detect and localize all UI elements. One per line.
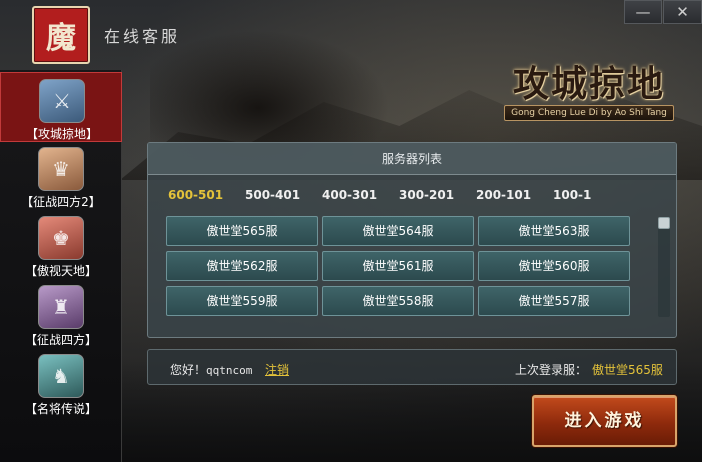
sidebar-item-zhengzhansifang[interactable]: ♜ 【征战四方】 bbox=[0, 279, 122, 349]
server-button-562[interactable]: 傲世堂562服 bbox=[166, 251, 318, 281]
game-portrait-icon: ♜ bbox=[38, 285, 84, 329]
game-logo-title: 攻城掠地 bbox=[512, 63, 665, 105]
last-login-label: 上次登录服： bbox=[515, 363, 588, 377]
scrollbar-thumb[interactable] bbox=[658, 217, 670, 229]
range-tab-500-401[interactable]: 500-401 bbox=[245, 188, 300, 202]
game-portrait-icon: ♛ bbox=[38, 147, 84, 191]
app-logo-icon: 魔 bbox=[32, 6, 90, 64]
close-button[interactable]: ✕ bbox=[663, 0, 702, 24]
server-button-560[interactable]: 傲世堂560服 bbox=[478, 251, 630, 281]
close-icon: ✕ bbox=[676, 3, 689, 21]
server-button-563[interactable]: 傲世堂563服 bbox=[478, 216, 630, 246]
logout-link[interactable]: 注销 bbox=[265, 361, 289, 378]
game-portrait-icon: ♚ bbox=[38, 216, 84, 260]
sidebar-item-label: 【征战四方2】 bbox=[21, 195, 101, 209]
window-title: 在线客服 bbox=[104, 27, 181, 46]
server-button-559[interactable]: 傲世堂559服 bbox=[166, 286, 318, 316]
last-login-server-link[interactable]: 傲世堂565服 bbox=[592, 361, 663, 378]
launcher-window: 魔 在线客服 — ✕ 攻城掠地 Gong Cheng Lue Di by Ao … bbox=[0, 0, 702, 462]
range-tab-600-501[interactable]: 600-501 bbox=[168, 188, 223, 202]
sidebar-item-aoshitiandi[interactable]: ♚ 【傲视天地】 bbox=[0, 210, 122, 280]
sidebar-item-gongchenglvedi[interactable]: ⚔ 【攻城掠地】 bbox=[0, 72, 122, 142]
username: qqtncom bbox=[206, 364, 253, 377]
server-button-558[interactable]: 傲世堂558服 bbox=[322, 286, 474, 316]
sidebar-item-label: 【征战四方】 bbox=[24, 333, 97, 347]
minimize-icon: — bbox=[635, 3, 651, 21]
server-list-scrollbar[interactable] bbox=[658, 217, 670, 317]
server-button-565[interactable]: 傲世堂565服 bbox=[166, 216, 318, 246]
enter-game-button[interactable]: 进入游戏 bbox=[532, 395, 677, 447]
game-sidebar: ⚔ 【攻城掠地】 ♛ 【征战四方2】 ♚ 【傲视天地】 ♜ 【征战四方】 ♞ 【… bbox=[0, 70, 122, 462]
sidebar-item-label: 【傲视天地】 bbox=[24, 264, 97, 278]
game-logo-subtitle: Gong Cheng Lue Di by Ao Shi Tang bbox=[504, 105, 674, 121]
app-logo-glyph: 魔 bbox=[46, 21, 76, 56]
range-tab-200-101[interactable]: 200-101 bbox=[476, 188, 531, 202]
user-info-bar: 您好！qqtncom 注销 上次登录服： 傲世堂565服 bbox=[147, 349, 677, 385]
sidebar-item-mingjiangchuanshuo[interactable]: ♞ 【名将传说】 bbox=[0, 348, 122, 418]
range-tab-300-201[interactable]: 300-201 bbox=[399, 188, 454, 202]
sidebar-item-label: 【攻城掠地】 bbox=[25, 127, 98, 141]
server-list-panel: 服务器列表 600-501 500-401 400-301 300-201 20… bbox=[147, 142, 677, 338]
greeting-text: 您好！ bbox=[170, 363, 207, 377]
minimize-button[interactable]: — bbox=[624, 0, 662, 24]
range-tab-400-301[interactable]: 400-301 bbox=[322, 188, 377, 202]
range-tab-100-1[interactable]: 100-1 bbox=[553, 188, 591, 202]
game-portrait-icon: ⚔ bbox=[39, 79, 85, 123]
sidebar-item-zhengzhansifang2[interactable]: ♛ 【征战四方2】 bbox=[0, 141, 122, 211]
game-logo: 攻城掠地 Gong Cheng Lue Di by Ao Shi Tang bbox=[500, 55, 678, 127]
server-button-557[interactable]: 傲世堂557服 bbox=[478, 286, 630, 316]
server-list-header: 服务器列表 bbox=[148, 143, 676, 175]
sidebar-item-label: 【名将传说】 bbox=[24, 402, 97, 416]
user-greeting: 您好！qqtncom bbox=[170, 361, 252, 378]
server-button-564[interactable]: 傲世堂564服 bbox=[322, 216, 474, 246]
server-button-561[interactable]: 傲世堂561服 bbox=[322, 251, 474, 281]
game-portrait-icon: ♞ bbox=[38, 354, 84, 398]
